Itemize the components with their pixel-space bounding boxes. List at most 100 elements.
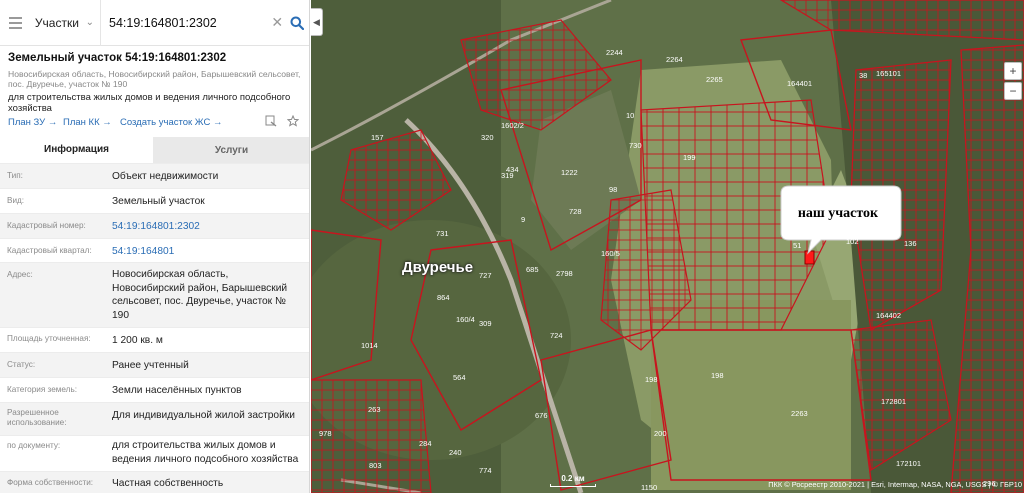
cadastral-number-link[interactable]: 54:19:164801:2302 xyxy=(112,220,304,234)
parcel-number-label: 803 xyxy=(369,461,382,470)
parcel-number-label: 263 xyxy=(368,405,381,414)
property-row: Разрешенное использование: Для индивидуа… xyxy=(0,402,309,435)
parcel-number-label: 38 xyxy=(859,71,867,80)
property-value: Частная собственность xyxy=(112,478,224,489)
parcel-number-label: 1150 xyxy=(641,483,657,492)
village-label: Двуречье xyxy=(402,259,474,276)
satellite-map: 22652264224438 165101164401157 3201602/231… xyxy=(311,0,1024,493)
property-value: Новосибирская область, Новосибирский рай… xyxy=(112,269,288,321)
parcel-number-label: 1014 xyxy=(361,341,378,350)
selected-parcel xyxy=(804,250,815,265)
parcel-number-label: 727 xyxy=(479,271,492,280)
parcel-number-label: 564 xyxy=(453,373,466,382)
property-value: 1 200 кв. м xyxy=(112,335,163,346)
parcel-number-label: 864 xyxy=(437,293,450,302)
zoom-in-button[interactable]: + xyxy=(1004,62,1022,80)
property-label: Адрес: xyxy=(7,270,33,279)
property-label: Разрешенное использование: xyxy=(7,408,67,427)
property-label: Категория земель: xyxy=(7,385,77,394)
zoom-out-button[interactable]: − xyxy=(1004,82,1022,100)
property-value: Для индивидуальной жилой застройки xyxy=(112,410,295,421)
parcel-number-label: 160/5 xyxy=(601,249,620,258)
parcel-number-label: 2265 xyxy=(706,75,723,84)
collapse-panel-button[interactable]: ◀ xyxy=(311,8,323,36)
property-label: по документу: xyxy=(7,441,61,450)
property-value: для строительства жилых домов и ведения … xyxy=(112,440,299,465)
parcel-number-label: 164401 xyxy=(787,79,812,88)
plan-kk-link[interactable]: План КК → xyxy=(63,117,112,128)
parcel-number-label: 685 xyxy=(526,265,539,274)
property-label: Кадастровый квартал: xyxy=(7,246,92,255)
parcel-number-label: 9 xyxy=(521,215,525,224)
tab-info[interactable]: Информация xyxy=(0,137,153,163)
property-row: Категория земель: Земли населённых пункт… xyxy=(0,377,309,402)
layer-select-value: Участки xyxy=(34,15,79,30)
property-value: Объект недвижимости xyxy=(112,171,219,182)
parcel-number-label: 240 xyxy=(449,448,462,457)
property-value: Ранее учтенный xyxy=(112,360,189,371)
action-links: План ЗУ → План КК → Создать участок ЖС → xyxy=(8,117,304,131)
object-title: Земельный участок 54:19:164801:2302 xyxy=(8,52,227,64)
object-address: Новосибирская область, Новосибирский рай… xyxy=(8,69,301,89)
property-row: Адрес: Новосибирская область, Новосибирс… xyxy=(0,262,309,327)
scale-label: 0.2 км xyxy=(561,474,585,483)
cadastral-quarter-link[interactable]: 54:19:164801 xyxy=(112,245,304,259)
action-icons xyxy=(265,115,299,127)
search-button[interactable] xyxy=(285,0,309,46)
parcel-number-label: 2264 xyxy=(666,55,683,64)
callout-text: наш участок xyxy=(797,206,879,221)
parcel-number-label: 774 xyxy=(479,466,492,475)
property-row: Форма собственности: Частная собственнос… xyxy=(0,471,309,493)
measure-icon[interactable] xyxy=(265,115,277,127)
star-icon[interactable] xyxy=(287,115,299,127)
property-row: Вид: Земельный участок xyxy=(0,188,309,213)
parcel-number-label: 728 xyxy=(569,207,582,216)
parcel-number-label: 102 xyxy=(846,237,859,246)
parcel-number-label: 1222 xyxy=(561,168,578,177)
property-row: Статус: Ранее учтенный xyxy=(0,352,309,377)
parcel-number-label: 2244 xyxy=(606,48,623,57)
property-label: Статус: xyxy=(7,360,36,369)
parcel-number-label: 284 xyxy=(419,439,432,448)
parcel-number-label: 676 xyxy=(535,411,548,420)
menu-icon[interactable] xyxy=(0,0,31,46)
property-label: Вид: xyxy=(7,196,25,205)
plan-zu-link[interactable]: План ЗУ → xyxy=(8,117,57,128)
parcel-number-label: 1602/2 xyxy=(501,121,524,130)
property-value: Земли населённых пунктов xyxy=(112,385,242,396)
parcel-number-label: 2798 xyxy=(556,269,573,278)
panel-tabs: Информация Услуги xyxy=(0,137,309,163)
parcel-number-label: 98 xyxy=(609,185,617,194)
parcel-number-label: 51 xyxy=(793,241,801,250)
parcel-number-label: 198 xyxy=(645,375,658,384)
search-bar: Участки ⌄ ✕ xyxy=(0,0,309,46)
parcel-number-label: 172101 xyxy=(896,459,921,468)
parcel-number-label: 731 xyxy=(436,229,449,238)
property-label: Форма собственности: xyxy=(7,478,94,487)
map-scale: 0.2 км xyxy=(550,474,596,487)
property-label: Тип: xyxy=(7,171,23,180)
property-row: по документу: для строительства жилых до… xyxy=(0,435,309,471)
parcel-number-label: 434 xyxy=(506,165,519,174)
parcel-number-label: 200 xyxy=(654,429,667,438)
property-row: Кадастровый номер: 54:19:164801:2302 xyxy=(0,213,309,238)
info-panel: Участки ⌄ ✕ Земельный участок 54:19:1648… xyxy=(0,0,310,493)
tab-services[interactable]: Услуги xyxy=(153,137,309,163)
parcel-number-label: 165101 xyxy=(876,69,901,78)
search-icon xyxy=(290,16,305,30)
parcel-number-label: 724 xyxy=(550,331,563,340)
clear-icon[interactable]: ✕ xyxy=(270,14,285,31)
parcel-number-label: 320 xyxy=(481,133,494,142)
search-input[interactable] xyxy=(101,7,270,38)
map-view[interactable]: 2265 2264 2244 38 165101 164401 157 320 1602/2 31… xyxy=(311,0,1024,493)
create-zs-link[interactable]: Создать участок ЖС → xyxy=(120,117,222,128)
parcel-number-label: 978 xyxy=(319,429,332,438)
object-purpose: для строительства жилых домов и ведения … xyxy=(8,92,291,114)
layer-select[interactable]: Участки ⌄ xyxy=(31,0,101,46)
property-row: Площадь уточненная: 1 200 кв. м xyxy=(0,327,309,352)
scale-bar xyxy=(550,484,596,487)
property-row: Кадастровый квартал: 54:19:164801 xyxy=(0,238,309,262)
parcel-number-label: 172801 xyxy=(881,397,906,406)
parcel-number-label: 160/4 xyxy=(456,315,475,324)
parcel-number-label: 309 xyxy=(479,319,492,328)
